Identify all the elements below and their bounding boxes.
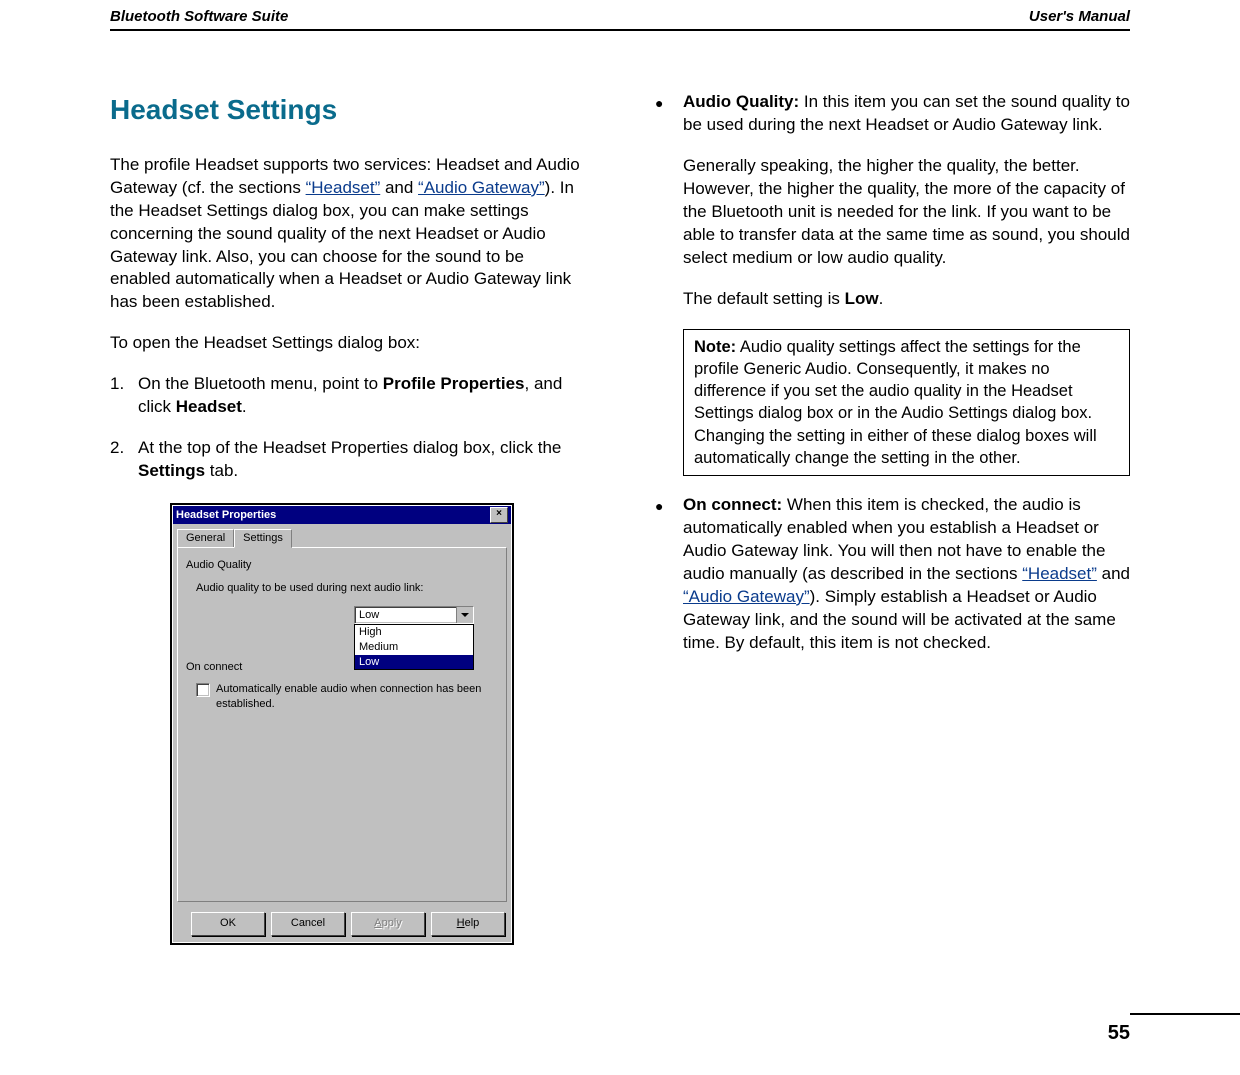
note-label: Note: — [694, 338, 736, 356]
page-header: Bluetooth Software Suite User's Manual — [110, 0, 1130, 25]
step-2-pre: At the top of the Headset Properties dia… — [138, 438, 561, 457]
section-title: Headset Settings — [110, 91, 585, 129]
intro-paragraph: The profile Headset supports two service… — [110, 154, 585, 315]
audio-quality-label: Audio Quality: — [683, 92, 799, 111]
dialog-tabpanel: Audio Quality Audio quality to be used d… — [177, 547, 507, 902]
combo-option-high[interactable]: High — [355, 625, 473, 640]
audio-quality-text2: Generally speaking, the higher the quali… — [655, 155, 1130, 270]
combo-dropdown-list[interactable]: High Medium Low — [354, 624, 474, 671]
page-number-rule — [1130, 1013, 1240, 1015]
step-1: 1. On the Bluetooth menu, point to Profi… — [110, 373, 585, 419]
intro-post: ). In the Headset Settings dialog box, y… — [110, 178, 574, 312]
header-rule — [110, 29, 1130, 31]
step-2-num: 2. — [110, 437, 124, 460]
bullet-icon: ● — [655, 94, 663, 113]
step-2-mid: tab. — [205, 461, 238, 480]
audio-quality-default: The default setting is Low. — [655, 288, 1130, 311]
tab-settings[interactable]: Settings — [234, 529, 292, 548]
group-audio-quality-label: Audio Quality — [186, 558, 498, 573]
auto-enable-audio-checkbox-row[interactable]: Automatically enable audio when connecti… — [186, 682, 498, 712]
step-2: 2. At the top of the Headset Properties … — [110, 437, 585, 483]
auto-enable-audio-label: Automatically enable audio when connecti… — [216, 682, 498, 712]
note-box: Note: Audio quality settings affect the … — [683, 329, 1130, 477]
left-column: Headset Settings The profile Headset sup… — [110, 91, 585, 945]
step-1-post: . — [242, 397, 247, 416]
page-number: 55 — [1108, 1022, 1130, 1045]
help-button[interactable]: Help — [431, 912, 505, 936]
step-1-num: 1. — [110, 373, 124, 396]
chevron-down-icon[interactable] — [456, 607, 473, 623]
link-headset[interactable]: “Headset” — [306, 178, 381, 197]
intro-mid: and — [380, 178, 418, 197]
combo-selected-value: Low — [355, 607, 456, 623]
headset-properties-dialog: Headset Properties × General Settings Au… — [170, 503, 514, 945]
link-audio-gateway-2[interactable]: “Audio Gateway” — [683, 587, 810, 606]
audio-quality-combo[interactable]: Low High Medium Low — [354, 606, 474, 671]
apply-button[interactable]: Apply — [351, 912, 425, 936]
bullet-audio-quality: ● Audio Quality: In this item you can se… — [655, 91, 1130, 137]
header-left: Bluetooth Software Suite — [110, 8, 288, 25]
on-connect-label: On connect: — [683, 495, 782, 514]
step-2-b1: Settings — [138, 461, 205, 480]
checkbox-icon[interactable] — [196, 683, 210, 697]
combo-option-medium[interactable]: Medium — [355, 640, 473, 655]
ok-button[interactable]: OK — [191, 912, 265, 936]
dialog-button-row: OK Cancel Apply Help — [173, 906, 511, 942]
dialog-tabs: General Settings — [173, 524, 511, 547]
default-post: . — [879, 289, 884, 308]
link-headset-2[interactable]: “Headset” — [1022, 564, 1097, 583]
note-text: Audio quality settings affect the settin… — [694, 338, 1097, 467]
link-audio-gateway[interactable]: “Audio Gateway” — [418, 178, 545, 197]
bullet-on-connect: ● On connect: When this item is checked,… — [655, 494, 1130, 655]
on-connect-mid: and — [1097, 564, 1130, 583]
cancel-button[interactable]: Cancel — [271, 912, 345, 936]
combo-option-low[interactable]: Low — [355, 655, 473, 670]
default-pre: The default setting is — [683, 289, 845, 308]
close-icon[interactable]: × — [490, 507, 508, 523]
header-right: User's Manual — [1029, 8, 1130, 25]
default-bold: Low — [845, 289, 879, 308]
dialog-title: Headset Properties — [176, 508, 276, 523]
bullet-icon: ● — [655, 497, 663, 516]
step-1-b2: Headset — [176, 397, 242, 416]
step-1-pre: On the Bluetooth menu, point to — [138, 374, 383, 393]
dialog-titlebar[interactable]: Headset Properties × — [173, 506, 511, 524]
tab-general[interactable]: General — [177, 529, 234, 548]
right-column: ● Audio Quality: In this item you can se… — [655, 91, 1130, 945]
step-1-b1: Profile Properties — [383, 374, 525, 393]
audio-quality-field-label: Audio quality to be used during next aud… — [186, 581, 498, 596]
open-instructions: To open the Headset Settings dialog box: — [110, 332, 585, 355]
